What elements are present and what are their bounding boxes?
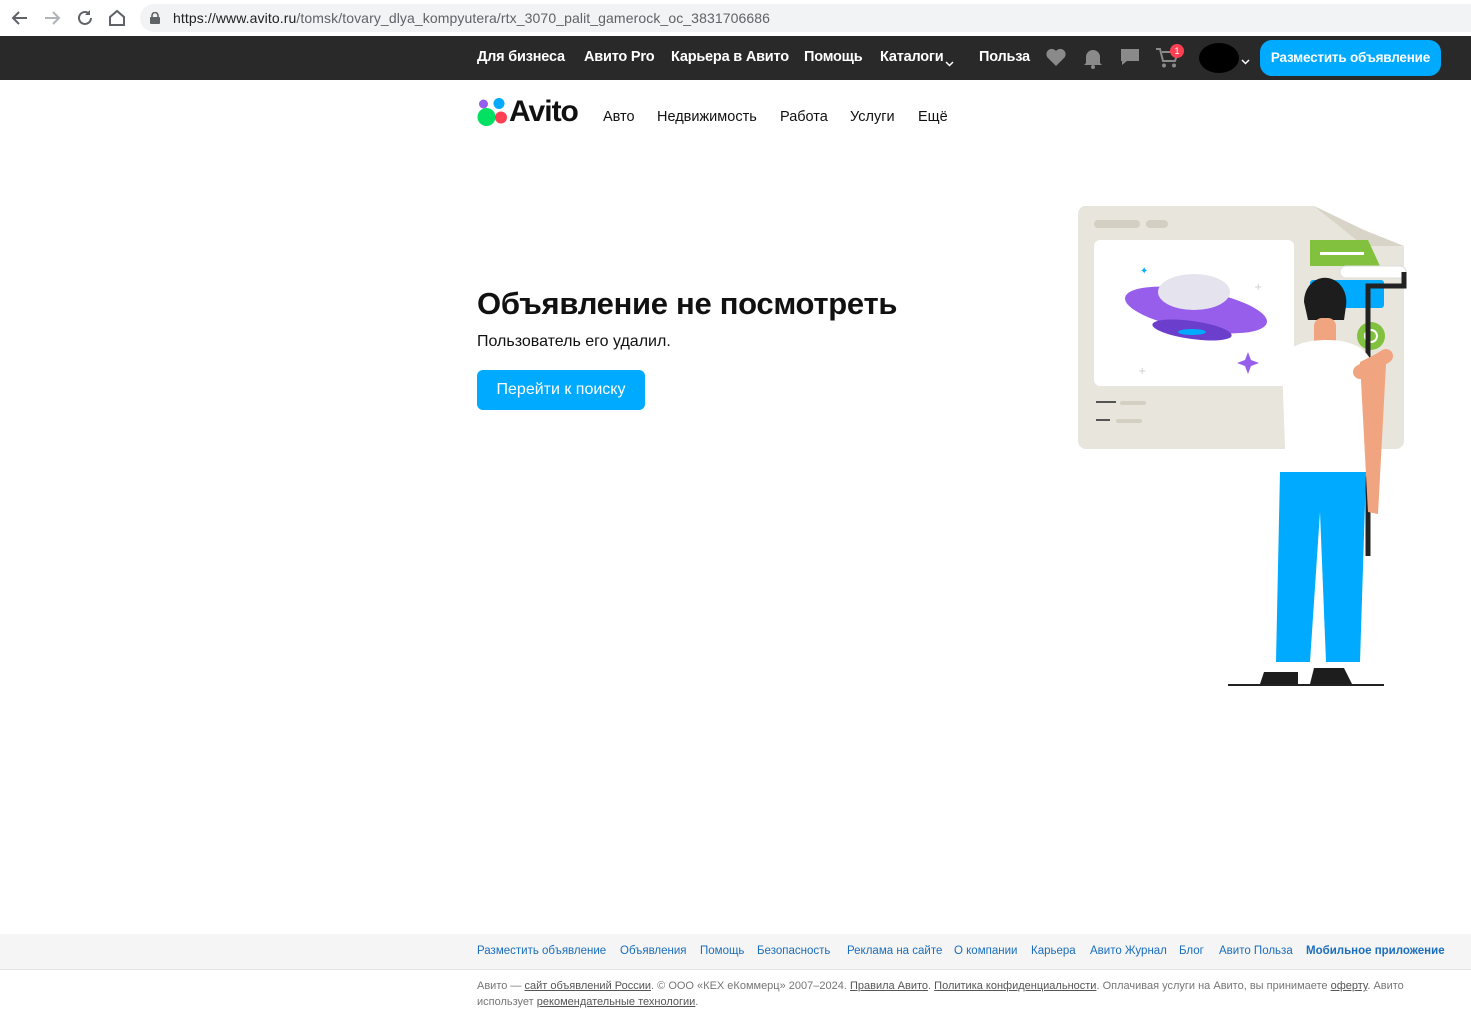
category-link-realty[interactable]: Недвижимость bbox=[657, 109, 757, 125]
address-bar[interactable]: https://www.avito.ru/tomsk/tovary_dlya_k… bbox=[140, 4, 1471, 32]
topbar-link-avito-pro[interactable]: Авито Pro bbox=[584, 49, 655, 65]
footer-link-security[interactable]: Безопасность bbox=[757, 945, 830, 957]
footer-link-blog[interactable]: Блог bbox=[1179, 945, 1204, 957]
footer-links-bar: Разместить объявление Объявления Помощь … bbox=[0, 934, 1471, 970]
category-link-more[interactable]: Ещё bbox=[918, 109, 948, 125]
footer-link-post-ad[interactable]: Разместить объявление bbox=[477, 945, 606, 957]
avito-logo-text: Avito bbox=[509, 95, 579, 128]
legal-text: Авито — bbox=[477, 980, 525, 992]
svg-text:✦: ✦ bbox=[1140, 266, 1148, 277]
footer-legal-text: Авито — сайт объявлений России. © ООО «К… bbox=[477, 978, 1437, 1010]
legal-link-recommendations[interactable]: рекомендательные технологии bbox=[537, 996, 696, 1008]
forward-arrow-icon[interactable] bbox=[40, 6, 64, 30]
url-text: https://www.avito.ru/tomsk/tovary_dlya_k… bbox=[173, 10, 771, 26]
page-title: Объявление не посмотреть bbox=[477, 286, 898, 321]
footer-link-advertising[interactable]: Реклама на сайте bbox=[847, 945, 942, 957]
heart-icon[interactable] bbox=[1045, 47, 1069, 69]
category-link-auto[interactable]: Авто bbox=[603, 109, 635, 125]
footer-link-mobile-app[interactable]: Мобильное приложение bbox=[1306, 945, 1445, 957]
reload-icon[interactable] bbox=[73, 6, 97, 30]
back-arrow-icon[interactable] bbox=[8, 6, 32, 30]
footer-link-about[interactable]: О компании bbox=[954, 945, 1017, 957]
chevron-down-icon[interactable] bbox=[1241, 52, 1250, 70]
removed-ad-illustration: ✦ + + bbox=[1074, 202, 1416, 692]
lock-icon bbox=[150, 11, 160, 29]
messages-icon[interactable] bbox=[1119, 47, 1143, 69]
category-link-jobs[interactable]: Работа bbox=[780, 109, 828, 125]
footer-link-career[interactable]: Карьера bbox=[1031, 945, 1076, 957]
page-subtitle: Пользователь его удалил. bbox=[477, 333, 671, 350]
svg-text:+: + bbox=[1254, 282, 1262, 293]
footer-link-journal[interactable]: Авито Журнал bbox=[1090, 945, 1167, 957]
bell-icon[interactable] bbox=[1082, 47, 1106, 69]
legal-link-offer[interactable]: оферту bbox=[1331, 980, 1368, 992]
home-icon[interactable] bbox=[105, 6, 129, 30]
category-link-services[interactable]: Услуги bbox=[850, 109, 895, 125]
post-ad-button[interactable]: Разместить объявление bbox=[1260, 40, 1441, 76]
legal-link-privacy[interactable]: Политика конфиденциальности bbox=[934, 980, 1096, 992]
topbar-link-help[interactable]: Помощь bbox=[804, 49, 863, 65]
legal-text: . bbox=[695, 996, 699, 1008]
topbar-link-benefit[interactable]: Польза bbox=[979, 49, 1030, 65]
legal-link-rules[interactable]: Правила Авито bbox=[850, 980, 928, 992]
avito-logo[interactable]: Avito bbox=[477, 95, 589, 130]
top-navigation-bar: Для бизнеса Авито Pro Карьера в Авито По… bbox=[0, 36, 1471, 80]
legal-link-site[interactable]: сайт объявлений России bbox=[524, 980, 651, 992]
svg-text:+: + bbox=[1138, 366, 1146, 377]
avito-logo-icon bbox=[477, 98, 507, 126]
topbar-link-catalogs[interactable]: Каталоги bbox=[880, 49, 944, 65]
cart-count-badge: 1 bbox=[1170, 44, 1184, 58]
footer-link-help[interactable]: Помощь bbox=[700, 945, 744, 957]
go-to-search-button[interactable]: Перейти к поиску bbox=[477, 370, 645, 410]
browser-toolbar: https://www.avito.ru/tomsk/tovary_dlya_k… bbox=[0, 0, 1471, 36]
footer-link-ads[interactable]: Объявления bbox=[620, 945, 687, 957]
legal-text: . © ООО «КЕХ eКоммерц» 2007–2024. bbox=[651, 980, 850, 992]
avatar[interactable] bbox=[1199, 43, 1239, 73]
topbar-link-career[interactable]: Карьера в Авито bbox=[671, 49, 789, 65]
topbar-link-business[interactable]: Для бизнеса bbox=[477, 49, 565, 65]
footer-link-benefit[interactable]: Авито Польза bbox=[1219, 945, 1293, 957]
legal-text: . Оплачивая услуги на Авито, вы принимае… bbox=[1096, 980, 1331, 992]
chevron-down-icon bbox=[945, 54, 954, 72]
